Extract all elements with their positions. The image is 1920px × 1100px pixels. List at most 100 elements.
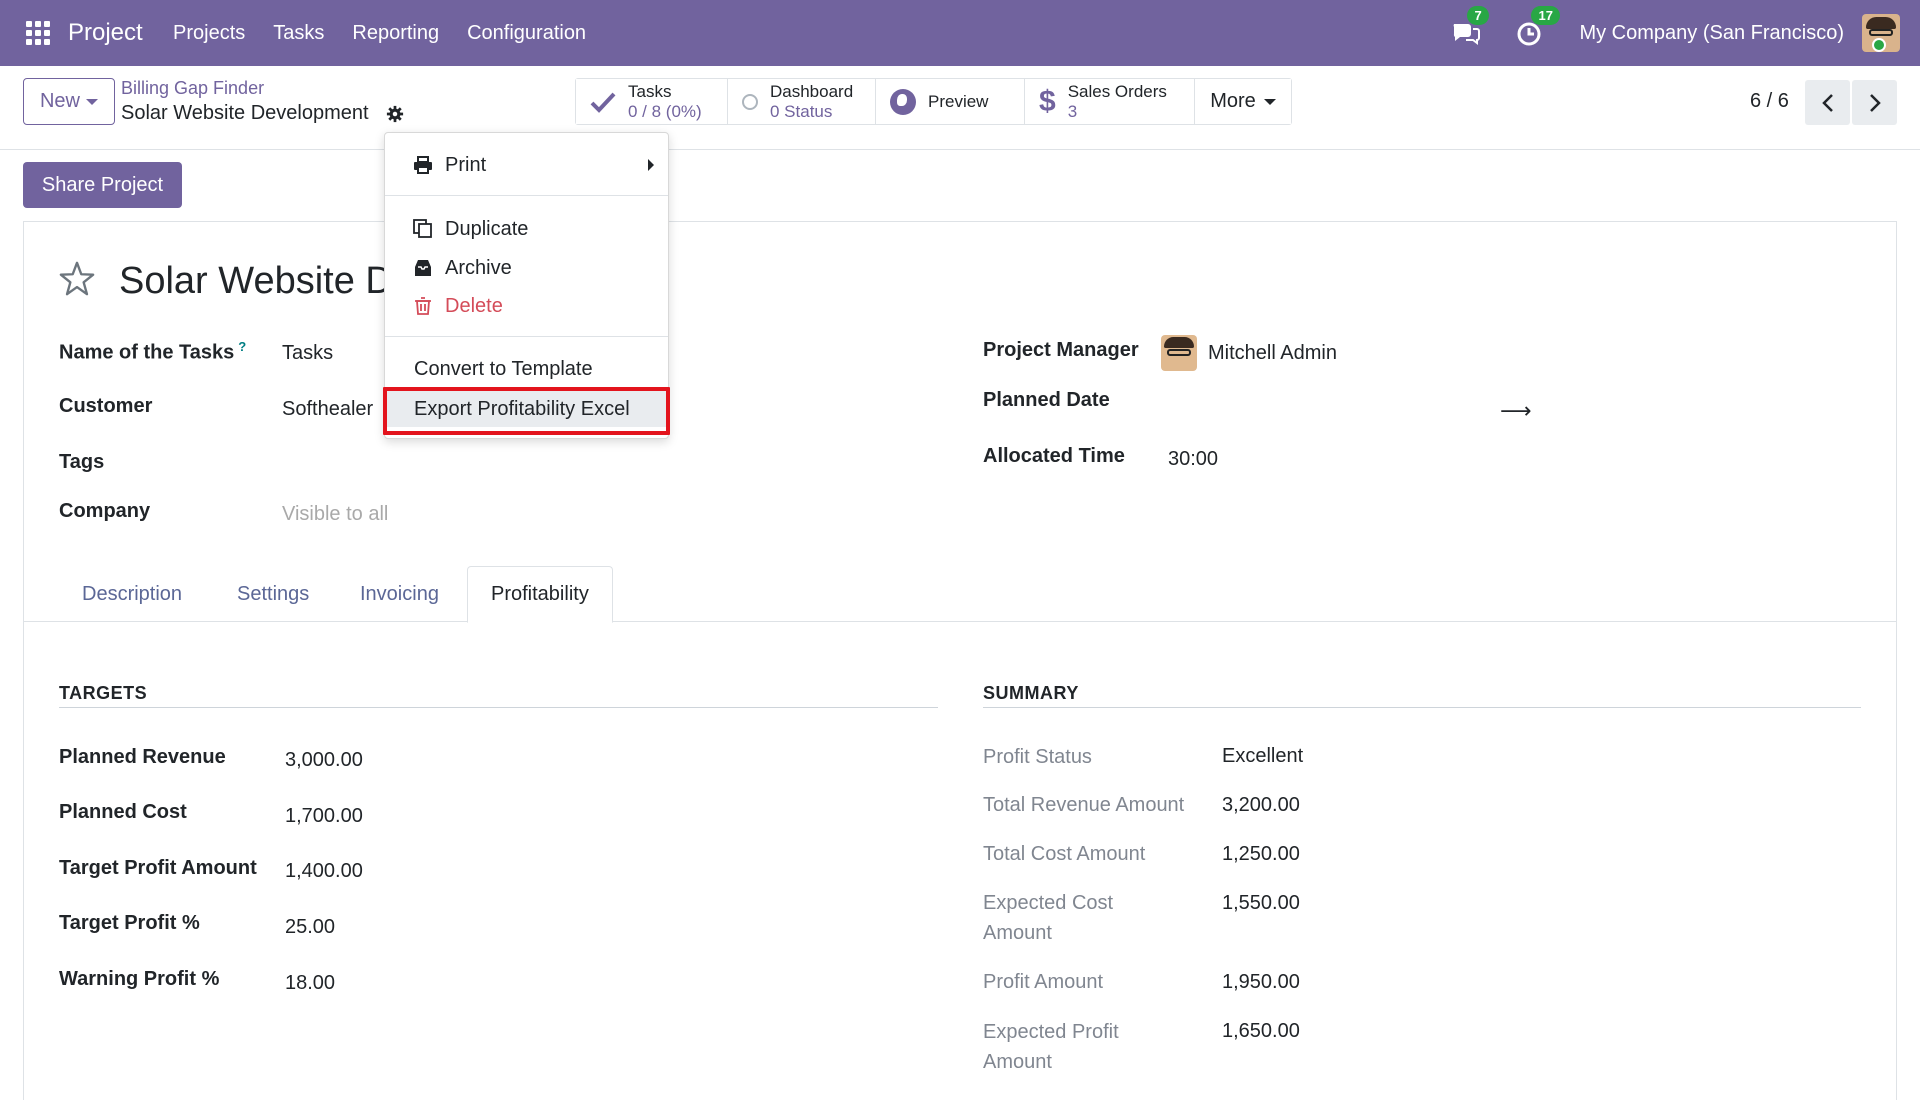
pager-value[interactable]: 6 / 6 xyxy=(1750,90,1789,113)
menu-divider xyxy=(385,195,668,196)
messages-button[interactable]: 7 xyxy=(1451,6,1489,48)
menu-tasks[interactable]: Tasks xyxy=(273,22,324,45)
summary-divider xyxy=(983,707,1861,708)
print-menu-item[interactable]: Print xyxy=(385,147,668,183)
tasks-smart-button[interactable]: Tasks 0 / 8 (0%) xyxy=(576,79,728,124)
dollar-icon: $ xyxy=(1039,84,1056,118)
apps-grid-icon[interactable] xyxy=(26,21,50,45)
gear-icon[interactable] xyxy=(386,105,404,123)
name-of-tasks-field[interactable]: Tasks xyxy=(282,342,333,365)
tab-invoicing[interactable]: Invoicing xyxy=(337,566,462,622)
company-label: Company xyxy=(59,500,151,522)
more-button[interactable]: More xyxy=(1195,79,1291,124)
sales-orders-title: Sales Orders xyxy=(1067,81,1167,101)
pager-buttons xyxy=(1805,80,1897,125)
dashboard-smart-button[interactable]: Dashboard 0 Status xyxy=(728,79,876,124)
delete-menu-item[interactable]: Delete xyxy=(385,288,668,324)
allocated-time-field[interactable]: 30:00 xyxy=(1168,448,1218,471)
chevron-left-icon xyxy=(1821,93,1833,112)
app-brand[interactable]: Project xyxy=(68,19,143,47)
project-manager-avatar xyxy=(1161,335,1197,371)
caret-down-icon xyxy=(1263,98,1276,105)
tasks-value: 0 / 8 (0%) xyxy=(628,101,702,121)
check-icon xyxy=(590,92,616,113)
duplicate-label: Duplicate xyxy=(445,217,529,240)
menu-divider xyxy=(385,336,668,337)
notebook-tabs: Description Settings Invoicing Profitabi… xyxy=(24,566,1896,623)
share-project-button[interactable]: Share Project xyxy=(23,162,182,208)
expected-cost-value: 1,550.00 xyxy=(1222,892,1300,914)
planned-revenue-label: Planned Revenue xyxy=(59,746,226,768)
tags-label: Tags xyxy=(59,451,105,473)
planned-cost-label: Planned Cost xyxy=(59,801,187,823)
name-of-tasks-label-text: Name of the Tasks xyxy=(59,341,235,364)
pager-next-button[interactable] xyxy=(1852,80,1897,125)
targets-divider xyxy=(59,707,938,708)
help-tooltip-icon[interactable]: ? xyxy=(238,339,246,354)
target-profit-percent-field[interactable]: 25.00 xyxy=(285,916,335,939)
warning-profit-percent-field[interactable]: 18.00 xyxy=(285,972,335,995)
sales-orders-smart-button[interactable]: $ Sales Orders 3 xyxy=(1025,79,1195,124)
smart-buttons: Tasks 0 / 8 (0%) Dashboard 0 Status Prev… xyxy=(575,78,1292,125)
company-field[interactable]: Visible to all xyxy=(282,503,388,526)
tasks-title: Tasks xyxy=(628,81,672,101)
convert-to-template-menu-item[interactable]: Convert to Template xyxy=(385,351,668,387)
navbar-systray: 7 17 My Company (San Francisco) xyxy=(1451,0,1900,66)
menu-projects[interactable]: Projects xyxy=(173,22,245,45)
summary-section-title: SUMMARY xyxy=(983,683,1079,703)
favorite-star-icon[interactable] xyxy=(58,260,96,298)
activities-count-badge: 17 xyxy=(1531,6,1560,25)
project-manager-field[interactable]: Mitchell Admin xyxy=(1208,342,1337,365)
dashboard-title: Dashboard xyxy=(770,81,854,101)
trash-icon xyxy=(415,297,431,315)
tab-settings[interactable]: Settings xyxy=(214,566,332,622)
messages-count-badge: 7 xyxy=(1467,6,1489,25)
archive-menu-item[interactable]: Archive xyxy=(385,250,668,286)
name-of-tasks-label: Name of the Tasks? xyxy=(59,339,246,365)
chevron-right-icon xyxy=(1869,93,1881,112)
sales-orders-value: 3 xyxy=(1067,101,1078,121)
preview-smart-button[interactable]: Preview xyxy=(876,79,1025,124)
duplicate-menu-item[interactable]: Duplicate xyxy=(385,211,668,247)
target-profit-percent-label: Target Profit % xyxy=(59,912,200,934)
new-button-label: New xyxy=(39,90,80,112)
warning-profit-percent-label: Warning Profit % xyxy=(59,968,220,990)
project-title[interactable]: Solar Website Development xyxy=(119,260,387,303)
expected-cost-label: Expected Cost Amount xyxy=(983,892,1114,944)
status-circle-icon xyxy=(742,93,758,110)
main-menu: Projects Tasks Reporting Configuration xyxy=(173,22,586,45)
tab-description[interactable]: Description xyxy=(59,566,205,622)
convert-to-template-label: Convert to Template xyxy=(414,357,593,380)
customer-field[interactable]: Softhealer xyxy=(282,398,373,421)
caret-right-icon xyxy=(648,159,654,171)
top-navbar: Project Projects Tasks Reporting Configu… xyxy=(0,0,1920,66)
planned-cost-field[interactable]: 1,700.00 xyxy=(285,805,363,828)
preview-title: Preview xyxy=(928,91,989,111)
printer-icon xyxy=(414,156,432,174)
total-revenue-value: 3,200.00 xyxy=(1222,794,1300,816)
total-revenue-label: Total Revenue Amount xyxy=(983,794,1185,816)
expected-profit-value: 1,650.00 xyxy=(1222,1020,1300,1042)
tab-profitability[interactable]: Profitability xyxy=(467,566,613,623)
target-profit-amount-field[interactable]: 1,400.00 xyxy=(285,860,363,883)
archive-label: Archive xyxy=(445,256,512,279)
profit-amount-label: Profit Amount xyxy=(983,971,1104,993)
globe-icon xyxy=(890,88,916,115)
breadcrumb-current: Solar Website Development xyxy=(121,102,369,124)
dashboard-value: 0 Status xyxy=(770,101,833,121)
pager-previous-button[interactable] xyxy=(1805,80,1850,125)
customer-label: Customer xyxy=(59,395,153,417)
control-panel: New Billing Gap Finder Solar Website Dev… xyxy=(0,66,1920,150)
planned-revenue-field[interactable]: 3,000.00 xyxy=(285,749,363,772)
arrow-right-icon: ⟶ xyxy=(1500,398,1532,423)
archive-box-icon xyxy=(415,260,431,276)
breadcrumb-parent[interactable]: Billing Gap Finder xyxy=(121,78,264,99)
menu-configuration[interactable]: Configuration xyxy=(467,22,586,45)
new-button[interactable]: New xyxy=(23,78,115,125)
company-switcher[interactable]: My Company (San Francisco) xyxy=(1579,22,1844,45)
total-cost-label: Total Cost Amount xyxy=(983,843,1146,865)
profit-status-value: Excellent xyxy=(1222,745,1304,767)
activities-button[interactable]: 17 xyxy=(1515,6,1560,48)
profit-amount-value: 1,950.00 xyxy=(1222,971,1300,993)
menu-reporting[interactable]: Reporting xyxy=(352,22,439,45)
